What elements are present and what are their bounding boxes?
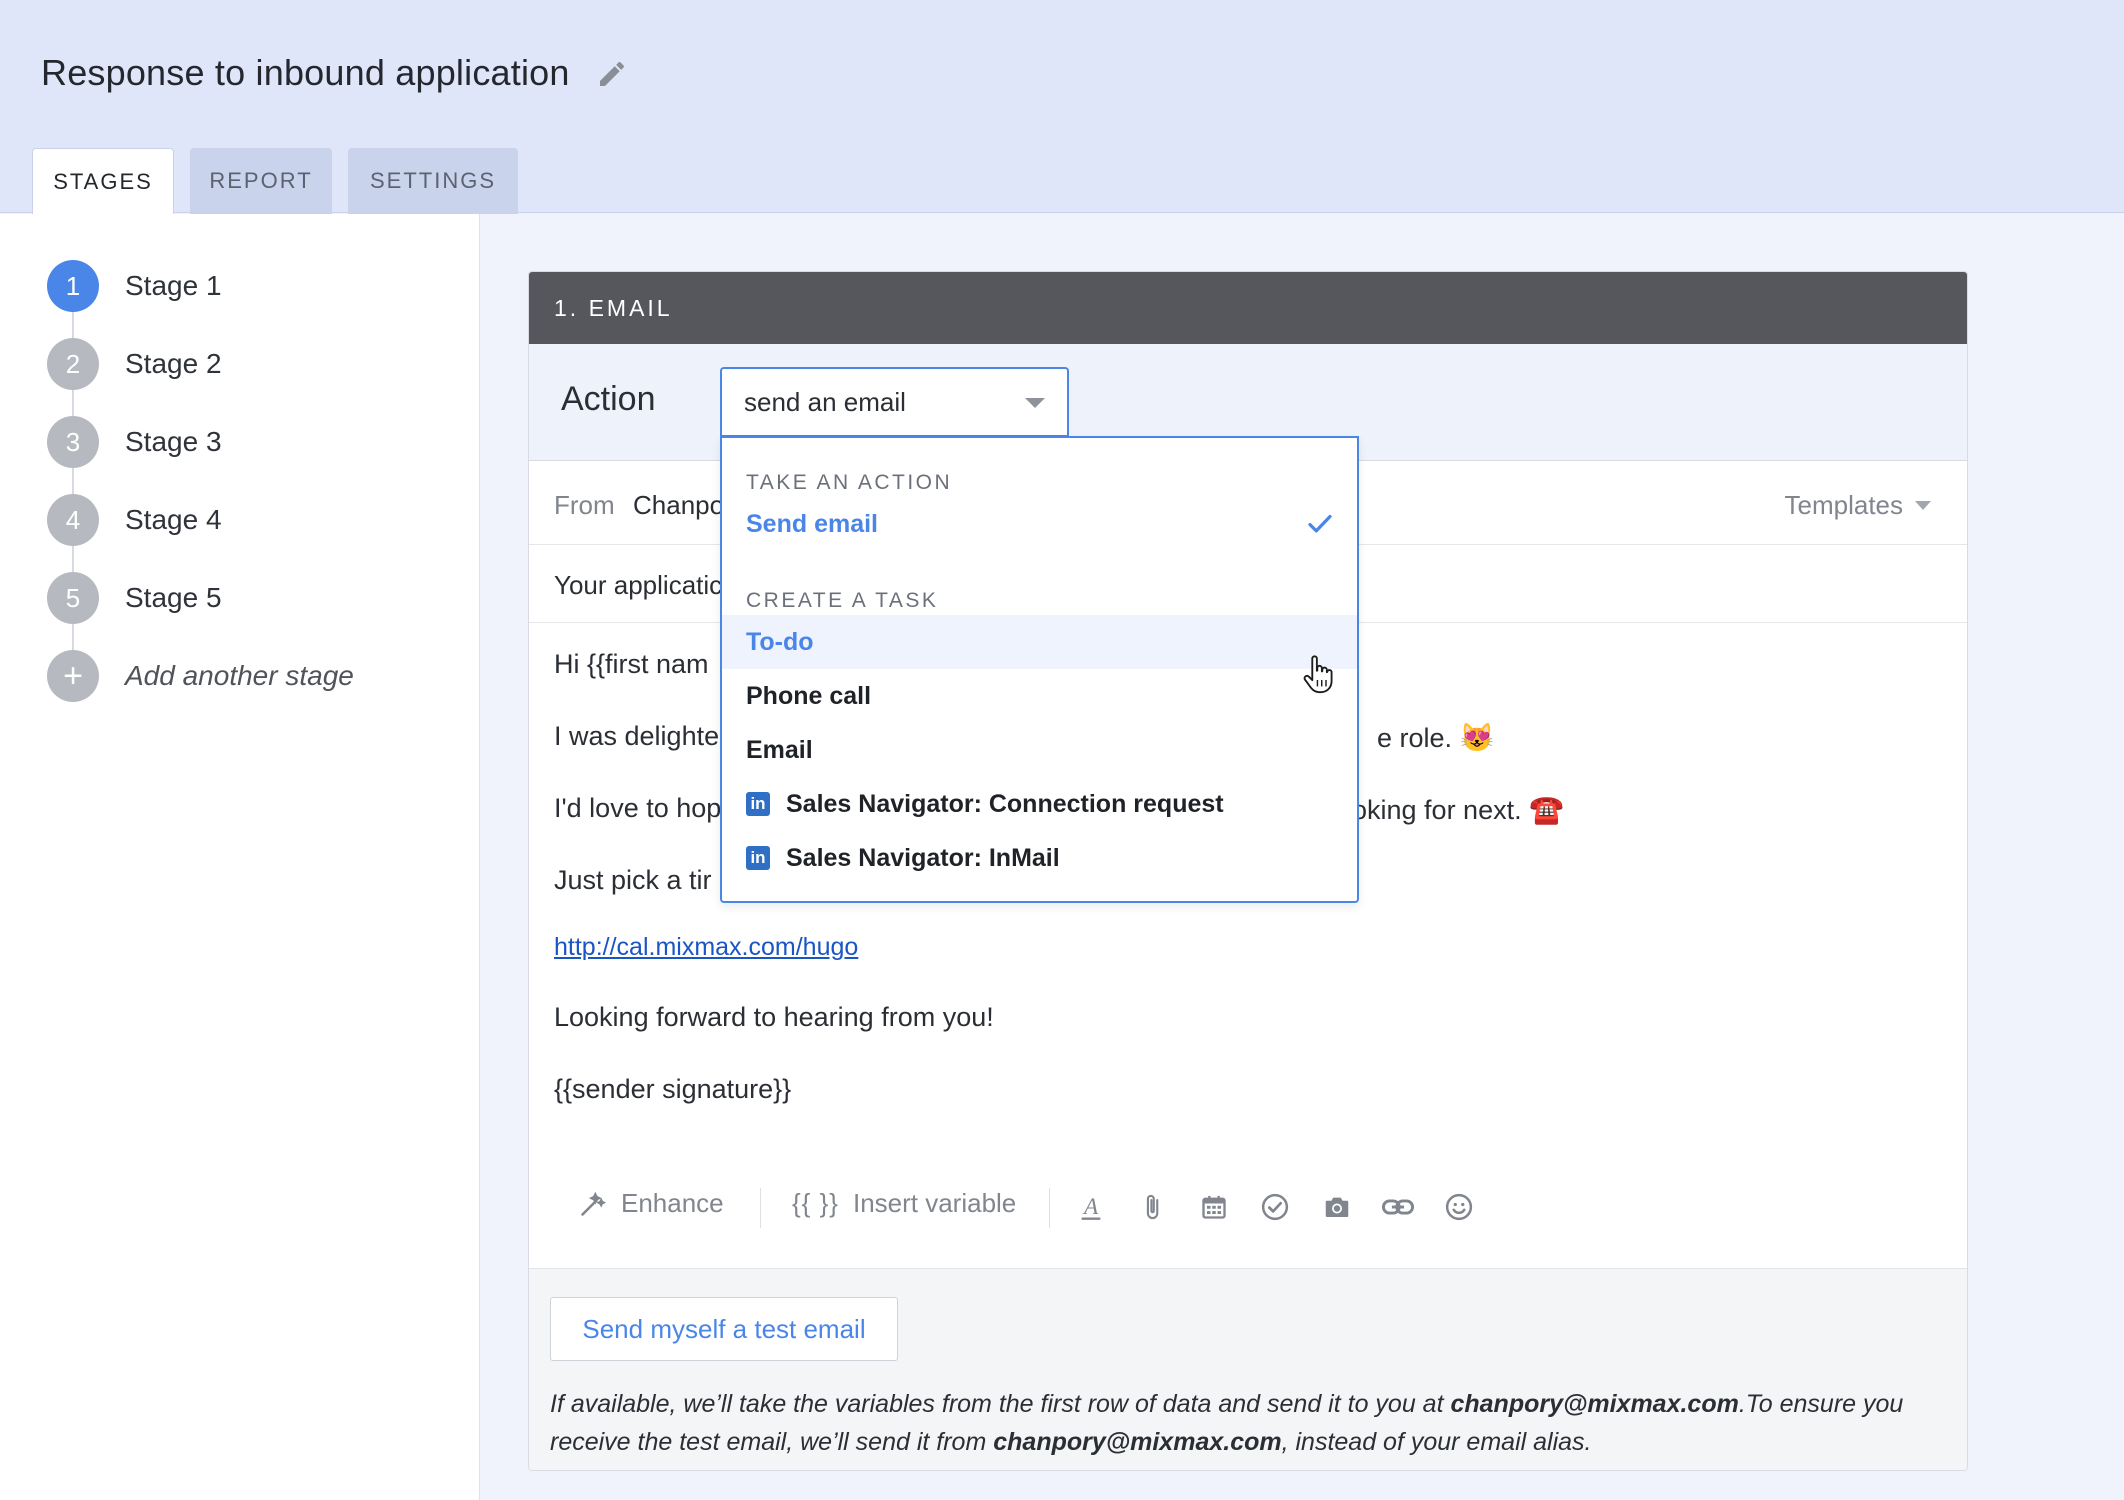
body-line-3-end: oking for next. ☎️ [1352,793,1564,826]
hand-pointer-cursor-icon [1303,655,1333,694]
note-text-3: , instead of your email alias. [1281,1428,1592,1456]
stage-number-badge: 1 [47,260,99,312]
stage-number-badge: 2 [47,338,99,390]
dropdown-heading-take-action: TAKE AN ACTION [746,471,953,494]
insert-variable-label: Insert variable [852,1188,1017,1218]
toolbar-divider [1049,1188,1050,1228]
note-email-1: chanpory@mixmax.com [1450,1390,1739,1418]
menu-item-label: Sales Navigator: InMail [786,843,1060,872]
menu-item-label: Phone call [746,681,872,710]
add-stage-button[interactable]: + Add another stage [47,650,354,702]
templates-label: Templates [1784,490,1904,520]
action-select[interactable]: send an email [720,367,1069,437]
text-format-icon[interactable]: A [1073,1189,1109,1225]
add-stage-label: Add another stage [125,660,354,691]
action-select-value: send an email [744,386,906,417]
smiley-icon[interactable] [1441,1189,1477,1225]
app-header: Response to inbound application STAGES R… [0,0,2124,215]
tab-stages[interactable]: STAGES [32,148,174,215]
menu-item-sales-navigator-inmail[interactable]: in Sales Navigator: InMail [722,831,1357,885]
test-email-note: If available, we’ll take the variables f… [550,1385,1950,1461]
sidebar-item-stage-5[interactable]: 5 Stage 5 [47,572,222,624]
linkedin-icon: in [746,792,770,816]
menu-item-sales-navigator-connection[interactable]: in Sales Navigator: Connection request [722,777,1357,831]
sidebar-item-stage-4[interactable]: 4 Stage 4 [47,494,222,546]
sidebar-item-stage-1[interactable]: 1 Stage 1 [47,260,222,312]
chevron-down-icon [1915,501,1931,510]
subject-field[interactable]: Your applicatic [554,570,722,601]
body-line-3-start: I'd love to hop [554,793,722,823]
calendar-link[interactable]: http://cal.mixmax.com/hugo [554,933,858,962]
enhance-label: Enhance [621,1188,724,1218]
note-text-1: If available, we’ll take the variables f… [550,1390,1451,1418]
checkmark-icon [1308,514,1332,533]
toolbar-divider [760,1188,761,1228]
menu-item-email[interactable]: Email [722,723,1357,777]
chevron-down-icon [1025,398,1045,408]
action-dropdown-menu: TAKE AN ACTION Send email CREATE A TASK … [720,436,1359,903]
plus-icon: + [47,650,99,702]
body-line-2-end: e role. 😻 [1377,721,1494,754]
stage-number-badge: 3 [47,416,99,468]
send-test-email-button[interactable]: Send myself a test email [550,1297,898,1361]
card-header: 1. EMAIL [529,272,1967,344]
stage-label: Stage 2 [125,348,222,379]
calendar-icon[interactable] [1196,1189,1232,1225]
page-title: Response to inbound application [41,52,570,93]
stage-number-badge: 4 [47,494,99,546]
menu-item-label: Email [746,735,813,764]
telephone-emoji-icon: ☎️ [1529,794,1564,825]
stage-label: Stage 3 [125,426,222,457]
insert-variable-button[interactable]: {{ }} Insert variable [792,1188,1016,1219]
action-label: Action [561,380,656,418]
stage-label: Stage 5 [125,582,222,613]
body-line-greeting: Hi {{first nam [554,649,709,679]
dropdown-heading-create-task: CREATE A TASK [746,589,939,612]
pencil-edit-icon[interactable] [596,58,628,90]
tab-report[interactable]: REPORT [190,148,332,214]
camera-icon[interactable] [1319,1189,1355,1225]
heart-eyes-cat-emoji-icon: 😻 [1459,722,1495,753]
stages-sidebar: 1 Stage 1 2 Stage 2 3 Stage 3 4 Stage 4 … [0,214,480,1500]
body-line-2-text: e role. [1377,723,1453,753]
enhance-button[interactable]: Enhance [579,1188,724,1219]
menu-item-label: Send email [746,509,878,538]
sidebar-item-stage-2[interactable]: 2 Stage 2 [47,338,222,390]
stage-number-badge: 5 [47,572,99,624]
stage-label: Stage 1 [125,270,222,301]
note-email-2: chanpory@mixmax.com [993,1428,1282,1456]
from-label: From [554,490,615,520]
sidebar-item-stage-3[interactable]: 3 Stage 3 [47,416,222,468]
curly-braces-icon: {{ }} [792,1188,839,1218]
attachment-icon[interactable] [1134,1189,1170,1225]
checkmark-circle-icon[interactable] [1257,1189,1293,1225]
body-line-signature: {{sender signature}} [554,1074,792,1104]
menu-item-label: To-do [746,627,814,656]
templates-dropdown[interactable]: Templates [1784,490,1931,521]
menu-item-label: Sales Navigator: Connection request [786,789,1224,818]
tab-settings[interactable]: SETTINGS [348,148,518,214]
menu-item-to-do[interactable]: To-do [722,615,1357,669]
body-line-closing: Looking forward to hearing from you! [554,1002,994,1032]
body-line-2-start: I was delighte [554,721,720,751]
body-line-4: Just pick a tir [554,865,712,895]
editor-toolbar: Enhance {{ }} Insert variable A [529,1172,1967,1242]
linkedin-icon: in [746,846,770,870]
test-email-footer: Send myself a test email If available, w… [529,1268,1967,1470]
menu-item-phone-call[interactable]: Phone call [722,669,1357,723]
from-value[interactable]: Chanpo [633,490,724,521]
link-icon[interactable] [1380,1189,1416,1225]
stage-label: Stage 4 [125,504,222,535]
svg-text:A: A [1082,1194,1099,1220]
menu-item-send-email[interactable]: Send email [722,497,1357,551]
body-line-3-text: oking for next. [1352,795,1522,825]
magic-wand-icon [581,1191,607,1216]
